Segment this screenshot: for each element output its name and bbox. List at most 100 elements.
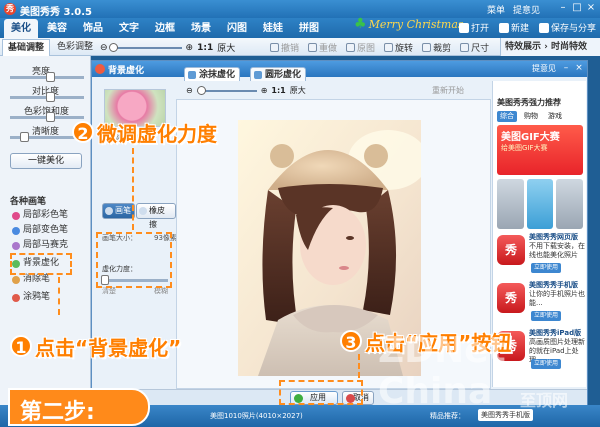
dialog-zoom-original[interactable]: 原大: [290, 85, 306, 96]
christmas-tree-icon: ♣: [354, 16, 367, 32]
zoom-in-icon[interactable]: ⊕: [186, 43, 194, 53]
size-button[interactable]: 尺寸: [460, 41, 489, 54]
folder-icon: [458, 22, 469, 33]
maximize-icon[interactable]: □: [570, 2, 584, 15]
rotate-icon: [384, 43, 394, 52]
contrast-slider[interactable]: [10, 92, 84, 102]
tab-frame[interactable]: 边框: [148, 19, 182, 38]
close-icon[interactable]: ×: [584, 2, 598, 15]
eraser-mode-button[interactable]: 橡皮擦: [136, 203, 176, 229]
dialog-zoom-in-icon[interactable]: ⊕: [261, 86, 268, 95]
brush-mosaic[interactable]: 局部马赛克: [12, 238, 68, 253]
prize-images[interactable]: [497, 179, 584, 229]
zoom-out-icon[interactable]: ⊖: [100, 43, 108, 53]
tutorial-step1: 1 点击“背景虚化”: [10, 332, 181, 361]
photo-info: 美图1010照片(4010×2027): [210, 412, 303, 420]
promo-label: 精品推荐：: [430, 412, 465, 420]
xiu-app-icon: 秀: [497, 235, 525, 265]
arrow-line-step2: [132, 148, 134, 230]
promo-web-version[interactable]: 秀 美图秀秀网页版 不用下载安装，在线也能美化照片 立即使用: [497, 233, 585, 277]
dialog-feedback-link[interactable]: 提意见: [532, 63, 556, 74]
color-pen-icon: [12, 211, 20, 220]
tab-circle-blur[interactable]: 圆形虚化: [250, 67, 307, 81]
highlight-background-blur: [10, 253, 72, 275]
tab-scene[interactable]: 场景: [184, 19, 218, 38]
dialog-zoom-out-icon[interactable]: ⊖: [186, 86, 193, 95]
dialog-zoom-ratio[interactable]: 1:1: [271, 86, 285, 95]
special-effects-header[interactable]: 特效展示 › 时尚特效: [500, 38, 600, 56]
eraser-mode-icon: [139, 207, 147, 215]
banner-title: 美图GIF大赛: [501, 132, 560, 143]
title-bar: 秀 美图秀秀 3.0.5 菜单 提意见 – □ ×: [0, 0, 600, 18]
one-key-beautify-button[interactable]: 一键美化: [10, 153, 82, 169]
minimize-icon[interactable]: –: [556, 2, 570, 15]
promo-mobile-version[interactable]: 秀 美图秀秀手机版 让你的手机照片也能... 立即使用: [497, 281, 585, 325]
tab-color-adjust[interactable]: 色彩调整: [52, 39, 98, 56]
tab-beautify[interactable]: 美化: [4, 19, 38, 38]
zhiding-watermark: 至顶网: [520, 391, 569, 410]
menu-link[interactable]: 菜单: [487, 3, 505, 16]
redo-button[interactable]: 重做: [308, 41, 337, 54]
gif-contest-banner[interactable]: 美图GIF大赛 给美图GIF大赛: [497, 125, 583, 175]
tab-doll[interactable]: 娃娃: [256, 19, 290, 38]
tab-flash[interactable]: 闪图: [220, 19, 254, 38]
banner-subtitle: 给美图GIF大赛: [501, 144, 548, 152]
dialog-minimize-icon[interactable]: –: [560, 62, 572, 75]
use-now-button[interactable]: 立即使用: [531, 263, 562, 273]
crop-icon: [422, 43, 432, 52]
recommend-tab-all[interactable]: 综合: [497, 111, 517, 122]
new-button[interactable]: 新建: [498, 21, 529, 34]
brush-doodle[interactable]: 涂鸦笔: [12, 290, 50, 305]
crop-button[interactable]: 裁剪: [422, 41, 451, 54]
highlight-force-slider: [96, 232, 172, 288]
brush-mode-button[interactable]: 画笔: [102, 203, 135, 219]
recommend-tab-shopping[interactable]: 购物: [521, 111, 541, 122]
undo-button[interactable]: 撤销: [270, 41, 299, 54]
dialog-logo-icon: [95, 64, 105, 74]
brush-color-pen[interactable]: 局部彩色笔: [12, 208, 68, 223]
tab-smear-blur[interactable]: 涂抹虚化: [184, 67, 241, 81]
highlight-apply-button: [279, 380, 363, 405]
tutorial-step2: 2 微调虚化力度: [72, 118, 217, 147]
tab-basic-adjust[interactable]: 基础调整: [2, 39, 51, 56]
brush-section-title: 各种画笔: [10, 197, 47, 207]
eraser-icon: [12, 275, 20, 284]
dialog-zoom-slider[interactable]: [196, 85, 257, 95]
recommend-tab-games[interactable]: 游戏: [545, 111, 565, 122]
mosaic-icon: [12, 241, 20, 250]
recolor-pen-icon: [12, 226, 20, 235]
christmas-greeting: ♣ Merry Christmas: [354, 16, 464, 32]
tab-text[interactable]: 文字: [112, 19, 146, 38]
brush-icon: [105, 207, 113, 215]
zoom-original[interactable]: 原大: [217, 41, 235, 54]
save-share-button[interactable]: 保存与分享: [538, 21, 596, 34]
brush-recolor-pen[interactable]: 局部变色笔: [12, 223, 68, 238]
open-button[interactable]: 打开: [458, 21, 489, 34]
feedback-link[interactable]: 提意见: [513, 3, 540, 16]
zoom-slider[interactable]: [108, 42, 182, 52]
dialog-title: 背景虚化: [108, 66, 145, 76]
arrow-line-step1: [58, 277, 60, 315]
step-two-badge: 第二步:: [8, 388, 150, 426]
rotate-button[interactable]: 旋转: [384, 41, 413, 54]
tab-accessories[interactable]: 饰品: [76, 19, 110, 38]
tab-collage[interactable]: 拼图: [292, 19, 326, 38]
dialog-zoom: ⊖ ⊕ 1:1 原大: [186, 85, 306, 96]
use-now-button[interactable]: 立即使用: [531, 311, 562, 321]
brightness-slider[interactable]: [10, 72, 84, 82]
app-logo-icon: 秀: [4, 3, 16, 15]
save-icon: [538, 22, 549, 33]
recommend-title: 美图秀秀强力推荐: [497, 98, 561, 107]
plus-icon: [498, 22, 509, 33]
zoom-ratio[interactable]: 1:1: [197, 43, 213, 53]
tab-beauty[interactable]: 美容: [40, 19, 74, 38]
xiu-app-icon: 秀: [497, 283, 525, 313]
app-title: 美图秀秀 3.0.5: [20, 7, 92, 18]
undo-icon: [270, 43, 279, 52]
dialog-title-bar: 背景虚化 提意见 – ×: [92, 61, 587, 77]
original-button[interactable]: 原图: [346, 41, 375, 54]
doodle-icon: [12, 293, 20, 302]
restart-button[interactable]: 重新开始: [432, 85, 464, 96]
dialog-close-icon[interactable]: ×: [573, 62, 585, 75]
arrow-line-step3: [358, 354, 360, 378]
